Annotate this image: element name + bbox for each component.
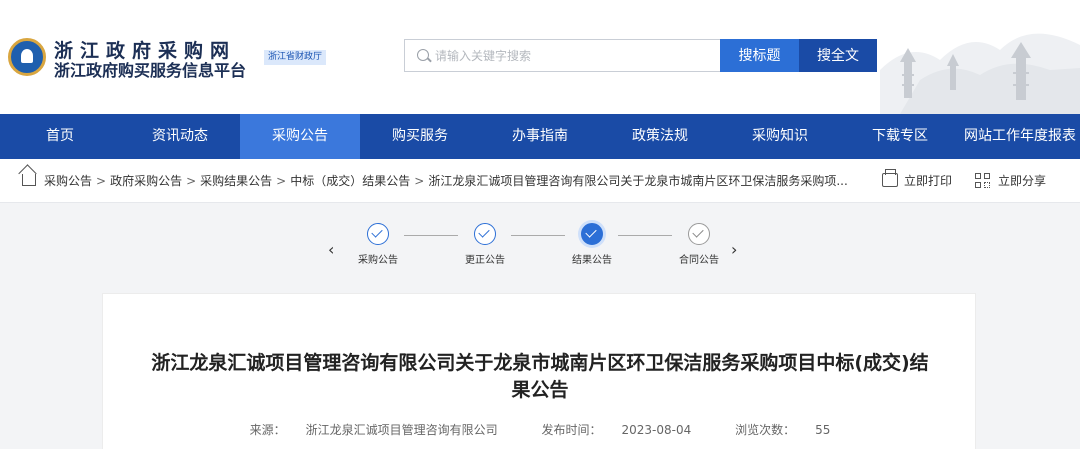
nav-item-purchase-services[interactable]: 购买服务 — [360, 114, 480, 159]
printer-icon[interactable] — [882, 169, 898, 187]
breadcrumb-item[interactable]: 中标（成交）结果公告 — [290, 174, 410, 188]
step-label: 采购公告 — [358, 255, 398, 266]
date-value: 2023-08-04 — [621, 423, 692, 437]
site-logo-icon[interactable] — [8, 38, 46, 76]
print-button[interactable]: 立即打印 — [904, 172, 952, 189]
article-meta: 来源： 浙江龙泉汇诚项目管理咨询有限公司 发布时间： 2023-08-04 浏览次数… — [103, 421, 977, 438]
step-label: 合同公告 — [679, 255, 719, 266]
step-connector — [404, 235, 458, 236]
notice-progress-steps: ‹ 采购公告 更正公告 结果公告 合同公告 › — [0, 203, 1080, 293]
nav-item-downloads[interactable]: 下载专区 — [840, 114, 960, 159]
breadcrumb: 采购公告 > 政府采购公告 > 采购结果公告 > 中标（成交）结果公告 > 浙江龙泉汇诚项目管理… — [44, 172, 876, 189]
check-circle-icon — [367, 223, 389, 245]
nav-item-annual-report[interactable]: 网站工作年度报表 — [960, 114, 1080, 159]
breadcrumb-item[interactable]: 政府采购公告 — [110, 174, 182, 188]
step-correction-notice[interactable]: 更正公告 — [455, 223, 515, 266]
site-subtitle[interactable]: 浙江政府购买服务信息平台 — [54, 57, 246, 81]
article-views: 浏览次数： 55 — [725, 423, 840, 437]
site-header: 浙江政府采购网 浙江政府购买服务信息平台 浙江省财政厅 搜标题 搜全文 — [0, 0, 1080, 114]
search-title-button[interactable]: 搜标题 — [720, 39, 799, 72]
breadcrumb-separator: > — [414, 174, 425, 188]
breadcrumb-separator: > — [186, 174, 197, 188]
search-box — [404, 39, 722, 72]
date-label: 发布时间： — [541, 423, 602, 437]
main-nav: 首页 资讯动态 采购公告 购买服务 办事指南 政策法规 采购知识 下载专区 网站… — [0, 114, 1080, 159]
step-connector — [511, 235, 565, 236]
source-value: 浙江龙泉汇诚项目管理咨询有限公司 — [305, 423, 498, 437]
nav-item-guide[interactable]: 办事指南 — [480, 114, 600, 159]
check-circle-icon — [688, 223, 710, 245]
step-contract-notice[interactable]: 合同公告 — [669, 223, 729, 266]
breadcrumb-separator: > — [276, 174, 287, 188]
check-circle-icon — [474, 223, 496, 245]
nav-item-news[interactable]: 资讯动态 — [120, 114, 240, 159]
step-procurement-notice[interactable]: 采购公告 — [348, 223, 408, 266]
article-source: 来源： 浙江龙泉汇诚项目管理咨询有限公司 — [240, 423, 508, 437]
nav-item-home[interactable]: 首页 — [0, 114, 120, 159]
check-circle-icon — [581, 223, 603, 245]
breadcrumb-item[interactable]: 采购公告 — [44, 174, 92, 188]
step-label: 更正公告 — [465, 255, 505, 266]
step-result-notice[interactable]: 结果公告 — [562, 223, 622, 266]
pagoda-skyline-decoration — [880, 33, 1080, 114]
step-connector — [618, 235, 672, 236]
search-input[interactable] — [435, 45, 715, 67]
nav-item-policy[interactable]: 政策法规 — [600, 114, 720, 159]
steps-next-arrow[interactable]: › — [731, 240, 737, 259]
steps-prev-arrow[interactable]: ‹ — [328, 240, 334, 259]
breadcrumb-current: 浙江龙泉汇诚项目管理咨询有限公司关于龙泉市城南片区环卫保洁服务采购项... — [428, 174, 848, 188]
breadcrumb-bar: 采购公告 > 政府采购公告 > 采购结果公告 > 中标（成交）结果公告 > 浙江龙泉汇诚项目管理… — [0, 159, 1080, 203]
nav-item-procurement-notice[interactable]: 采购公告 — [240, 114, 360, 159]
step-label: 结果公告 — [572, 255, 612, 266]
search-fulltext-button[interactable]: 搜全文 — [799, 39, 877, 72]
article-card: 浙江龙泉汇诚项目管理咨询有限公司关于龙泉市城南片区环卫保洁服务采购项目中标(成交… — [102, 293, 976, 449]
share-button[interactable]: 立即分享 — [998, 172, 1046, 189]
dept-badge: 浙江省财政厅 — [264, 50, 327, 65]
nav-item-knowledge[interactable]: 采购知识 — [720, 114, 840, 159]
share-qr-icon[interactable] — [975, 173, 991, 188]
article-title: 浙江龙泉汇诚项目管理咨询有限公司关于龙泉市城南片区环卫保洁服务采购项目中标(成交… — [151, 352, 929, 401]
breadcrumb-separator: > — [96, 174, 107, 188]
home-icon[interactable] — [22, 174, 36, 186]
views-label: 浏览次数： — [735, 423, 796, 437]
breadcrumb-item[interactable]: 采购结果公告 — [200, 174, 272, 188]
article-date: 发布时间： 2023-08-04 — [531, 423, 701, 437]
source-label: 来源： — [249, 423, 286, 437]
views-value: 55 — [815, 423, 831, 437]
search-icon — [417, 49, 429, 61]
